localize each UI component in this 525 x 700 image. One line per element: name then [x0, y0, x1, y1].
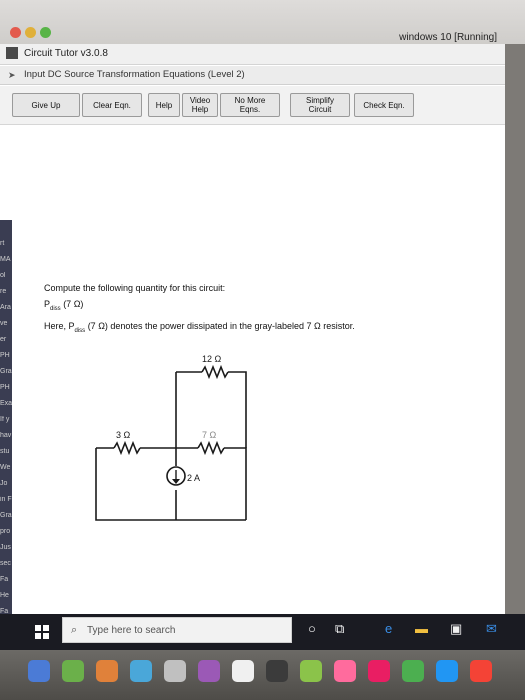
dialog-icon: ➤ — [8, 70, 16, 80]
search-icon: ⌕ — [71, 624, 78, 636]
video-help-button[interactable]: Video Help — [182, 93, 218, 117]
arrow-head-icon — [172, 479, 180, 484]
label-3-ohm: 3 Ω — [116, 430, 131, 440]
cortana-icon[interactable]: ○ — [308, 621, 316, 636]
background-text-fragment: re — [0, 288, 7, 295]
dock-app-icon[interactable] — [62, 660, 84, 682]
dock-app-icon[interactable] — [28, 660, 50, 682]
background-text-fragment: Fa — [0, 576, 9, 583]
resistor-12-ohm — [201, 364, 229, 380]
background-text-fragment: sec — [0, 560, 11, 567]
background-text-fragment: er — [0, 336, 7, 343]
background-text-fragment: stu — [0, 448, 10, 455]
app-icon — [6, 47, 18, 59]
background-text-fragment: rt — [0, 240, 5, 247]
dock-app-icon[interactable] — [232, 660, 254, 682]
background-text-fragment: PH — [0, 352, 10, 359]
vm-title: windows 10 [Running] — [399, 32, 497, 43]
resistor-3-ohm — [113, 440, 141, 456]
close-window-button[interactable] — [10, 27, 21, 38]
dock-app-icon[interactable] — [96, 660, 118, 682]
resistor-7-ohm — [197, 440, 225, 456]
dialog-titlebar: ➤ Input DC Source Transformation Equatio… — [0, 66, 505, 85]
label-2A: 2 A — [187, 473, 200, 483]
no-more-eqns-button[interactable]: No More Eqns. — [220, 93, 280, 117]
file-explorer-icon[interactable]: ▬ — [415, 621, 428, 636]
give-up-button[interactable]: Give Up — [12, 93, 80, 117]
dock-app-icon[interactable] — [436, 660, 458, 682]
background-text-fragment: He — [0, 592, 9, 599]
wire-right — [224, 447, 247, 520]
background-text-fragment: Jo — [0, 480, 8, 487]
clear-eqn-button[interactable]: Clear Eqn. — [82, 93, 142, 117]
background-text-fragment: If y — [0, 416, 10, 423]
dock-app-icon[interactable] — [266, 660, 288, 682]
task-view-icon[interactable]: ⧉ — [335, 621, 344, 637]
app-title: Circuit Tutor v3.0.8 — [24, 48, 108, 59]
background-text-fragment: ve — [0, 320, 8, 327]
search-placeholder: Type here to search — [87, 625, 176, 636]
simplify-circuit-button[interactable]: Simplify Circuit — [290, 93, 350, 117]
background-text-fragment: ol — [0, 272, 6, 279]
dock-app-icon[interactable] — [402, 660, 424, 682]
mail-icon[interactable]: ✉ — [486, 621, 497, 637]
background-text-fragment: Jus — [0, 544, 11, 551]
background-text-fragment: in F — [0, 496, 12, 503]
dock-app-icon[interactable] — [300, 660, 322, 682]
dock-app-icon[interactable] — [130, 660, 152, 682]
wire-top-right — [228, 371, 247, 448]
dock-app-icon[interactable] — [368, 660, 390, 682]
circuit-diagram: 12 Ω 3 Ω 7 Ω 2 A — [95, 354, 247, 521]
background-text-fragment: We — [0, 464, 11, 471]
label-12-ohm: 12 Ω — [202, 354, 222, 364]
background-text-fragment: hav — [0, 432, 12, 439]
label-7-ohm: 7 Ω — [202, 430, 217, 440]
taskbar-search-input[interactable]: ⌕ Type here to search — [62, 617, 292, 643]
minimize-window-button[interactable] — [25, 27, 36, 38]
quantity-description: Here, Pdiss (7 Ω) denotes the power diss… — [44, 320, 355, 334]
problem-text: Compute the following quantity for this … — [44, 283, 464, 343]
background-text-fragment: Exa — [0, 400, 12, 407]
help-button[interactable]: Help — [148, 93, 180, 117]
problem-prompt: Compute the following quantity for this … — [44, 283, 226, 293]
store-icon[interactable]: ▣ — [450, 621, 462, 637]
dock-app-icon[interactable] — [470, 660, 492, 682]
vm-titlebar: windows 10 [Running] — [0, 0, 525, 44]
toolbar: Give Up Clear Eqn. Help Video Help No Mo… — [0, 86, 505, 125]
dock-app-icon[interactable] — [164, 660, 186, 682]
dialog-title: Input DC Source Transformation Equations… — [24, 69, 245, 80]
background-text-fragment: Gra — [0, 512, 12, 519]
app-titlebar: Circuit Tutor v3.0.8 — [0, 44, 505, 65]
dock-app-icon[interactable] — [198, 660, 220, 682]
background-text-fragment: MA — [0, 256, 11, 263]
check-eqn-button[interactable]: Check Eqn. — [354, 93, 414, 117]
background-text-fragment: Gra — [0, 368, 12, 375]
background-window-strip: rt MA ol re Ara ve er PH Gra PH Exa If y hav stu We Jo i… — [0, 220, 12, 640]
edge-icon[interactable]: e — [385, 621, 392, 636]
background-text-fragment: pro — [0, 528, 11, 535]
background-text-fragment: PH — [0, 384, 10, 391]
quantity-label: Pdiss (7 Ω) — [44, 299, 84, 312]
windows-start-icon[interactable] — [35, 625, 49, 639]
zoom-window-button[interactable] — [40, 27, 51, 38]
background-text-fragment: Ara — [0, 304, 11, 311]
dock-app-icon[interactable] — [334, 660, 356, 682]
